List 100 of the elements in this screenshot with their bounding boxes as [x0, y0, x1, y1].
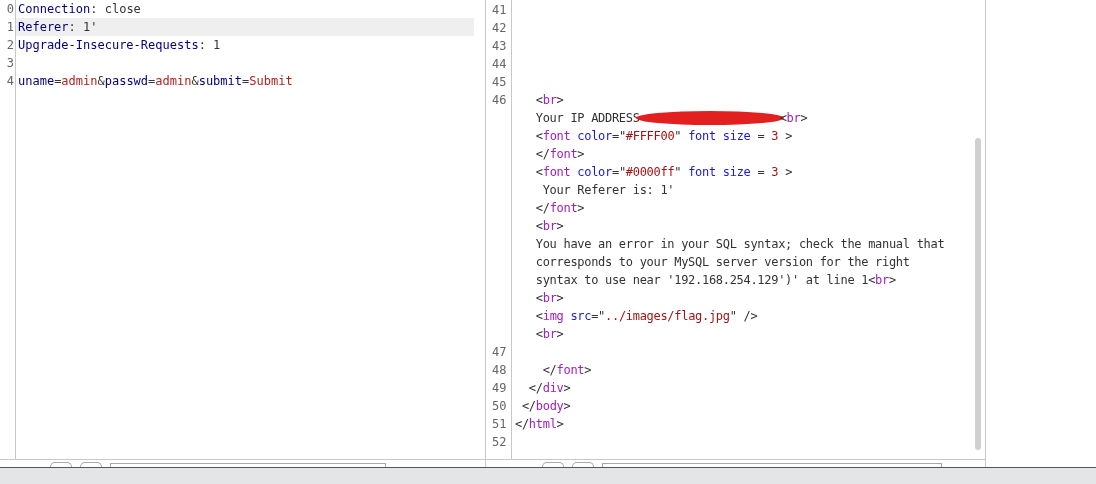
code-token: uname	[18, 73, 55, 90]
code-token: font	[542, 164, 571, 181]
code-token: " />	[729, 308, 758, 325]
line-number: 0	[5, 1, 15, 18]
code-token: br	[542, 218, 557, 235]
line-number: 44	[491, 56, 508, 73]
code-token: body	[535, 398, 564, 415]
code-token: >	[784, 164, 793, 181]
code-token: br	[542, 326, 557, 343]
line-number: 48	[491, 362, 508, 379]
code-token: =	[54, 73, 62, 90]
code-token: &	[191, 73, 199, 90]
code-token: >	[556, 416, 564, 433]
code-token: </	[534, 146, 550, 163]
code-token: <	[534, 92, 543, 109]
line-number: 3	[5, 55, 15, 72]
line-number: 47	[491, 344, 508, 361]
code-token: font	[549, 200, 578, 217]
code-token: &	[97, 73, 105, 90]
code-token: >	[563, 380, 571, 397]
code-token: <	[779, 110, 787, 127]
line-number: 1	[5, 19, 15, 36]
code-token: Referer	[18, 19, 69, 36]
code-token: br	[542, 92, 557, 109]
code-token: syntax to use near '192.168.254.129')' at line 1<	[534, 272, 876, 289]
code-token: >	[784, 128, 793, 145]
code-token: img	[542, 308, 564, 325]
code-token: =	[756, 164, 766, 181]
code-token: Your Referer is: 1'	[541, 182, 675, 199]
line-number: 52	[491, 434, 508, 451]
code-token: ="	[611, 164, 626, 181]
code-token: div	[542, 380, 564, 397]
code-token: html	[528, 416, 557, 433]
code-token: <	[534, 164, 543, 181]
line-number: 41	[491, 2, 508, 19]
code-token: >	[584, 362, 592, 379]
code-token: 3	[771, 128, 779, 145]
code-token: src	[569, 308, 592, 325]
code-token: =	[756, 128, 766, 145]
code-token: You have an error in your SQL syntax; check the manual that	[534, 236, 945, 253]
code-token: 1'	[83, 19, 98, 36]
code-token: 1	[213, 37, 221, 54]
code-token: submit	[198, 73, 243, 90]
code-token: <	[534, 128, 543, 145]
code-token: </	[541, 362, 557, 379]
code-token: Connection	[18, 1, 91, 18]
code-token: #0000ff	[625, 164, 675, 181]
code-token: <	[534, 326, 543, 343]
code-token: #FFFF00	[625, 128, 675, 145]
code-token: font	[542, 128, 571, 145]
code-token: >	[556, 92, 564, 109]
code-token: Your IP ADDRESS	[534, 110, 640, 127]
code-token: </	[527, 380, 543, 397]
code-token: "	[674, 164, 683, 181]
code-token: corresponds to your MySQL server version for the right	[534, 254, 910, 271]
code-token: color	[576, 164, 612, 181]
code-token: 3	[771, 164, 779, 181]
line-number: 2	[5, 37, 15, 54]
code-token: br	[786, 110, 801, 127]
line-number: 50	[491, 398, 508, 415]
line-number: 42	[491, 20, 508, 37]
code-token: :	[198, 37, 207, 54]
code-token: <	[534, 308, 543, 325]
code-token: <	[534, 290, 543, 307]
code-token: font size	[688, 128, 751, 145]
code-token: :	[68, 19, 77, 36]
code-token: >	[577, 146, 585, 163]
code-token: >	[556, 218, 564, 235]
code-token: close	[104, 1, 141, 18]
code-token: "	[674, 128, 683, 145]
line-number: 49	[491, 380, 508, 397]
code-token: Submit	[249, 73, 293, 90]
code-token: >	[556, 290, 564, 307]
code-token: Upgrade-Insecure-Requests	[18, 37, 199, 54]
code-token: >	[888, 272, 896, 289]
code-token: =	[242, 73, 250, 90]
code-token: ../images/flag.jpg	[605, 308, 730, 325]
code-token: passwd	[104, 73, 149, 90]
line-number: 51	[491, 416, 508, 433]
code-token: </	[515, 416, 529, 433]
search-field[interactable]	[110, 463, 386, 467]
code-token: >	[563, 398, 571, 415]
line-number: 45	[491, 74, 508, 91]
code-token: font	[549, 146, 578, 163]
code-token: font size	[688, 164, 751, 181]
code-token: admin	[155, 73, 192, 90]
line-number: 46	[491, 92, 508, 109]
code-token: color	[576, 128, 612, 145]
code-token: admin	[61, 73, 98, 90]
code-token: ="	[591, 308, 606, 325]
code-token: br	[875, 272, 889, 289]
search-field[interactable]	[602, 463, 942, 467]
code-token: font	[556, 362, 585, 379]
code-token: >	[577, 200, 585, 217]
line-number: 4	[5, 73, 15, 90]
code-token: br	[542, 290, 557, 307]
code-token: =	[148, 73, 156, 90]
line-number: 43	[491, 38, 508, 55]
code-token: <	[534, 218, 543, 235]
code-token: >	[800, 110, 808, 127]
